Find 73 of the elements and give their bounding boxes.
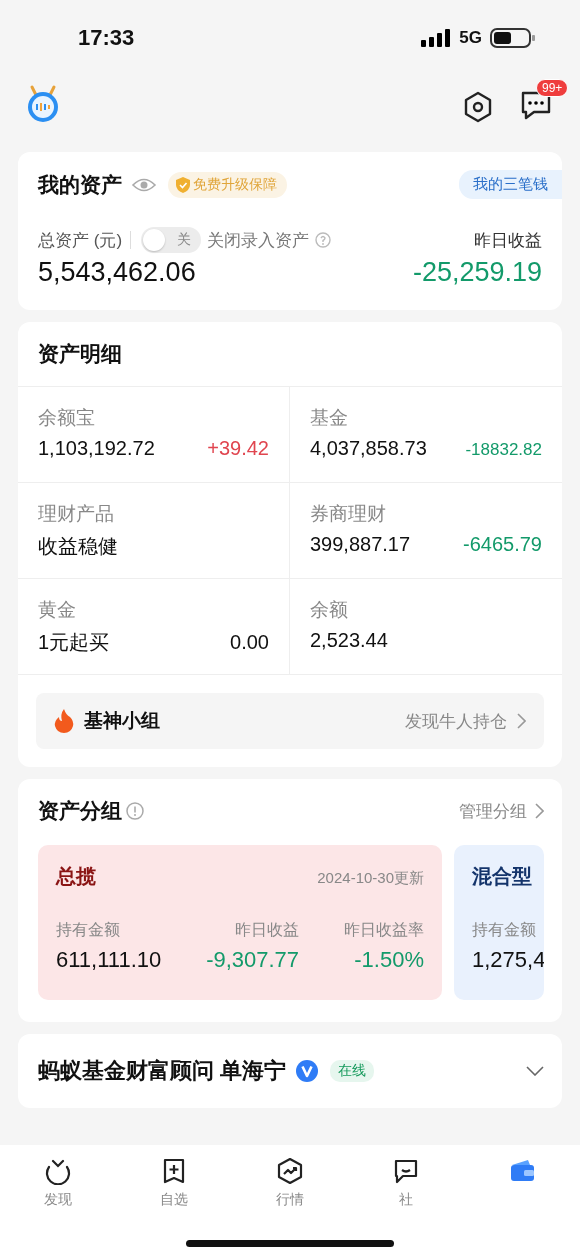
total-assets-label: 总资产 (元) (38, 229, 123, 252)
asset-value: 399,887.17 (310, 533, 411, 556)
yesterday-earnings-value: -25,259.19 (412, 257, 542, 288)
info-icon[interactable] (126, 802, 144, 820)
status-time: 17:33 (78, 24, 135, 51)
metric-label: 昨日收益 (235, 920, 300, 940)
card-title: 资产分组 (38, 798, 122, 824)
card-title: 我的资产 (38, 171, 122, 198)
asset-value: 1元起买 (38, 630, 110, 655)
online-status: 在线 (330, 1060, 375, 1082)
chat-icon (392, 1157, 420, 1185)
group-title: 混合型 (472, 864, 532, 889)
nav-tab[interactable]: 社 (366, 1157, 446, 1209)
fund-group-banner[interactable]: 基神小组 发现牛人持仓 (36, 693, 544, 749)
timer-icon (44, 1157, 72, 1185)
asset-cell[interactable]: 理财产品 收益稳健 (18, 483, 290, 579)
metric-value: 1,275,4 (472, 947, 544, 973)
asset-label: 理财产品 (38, 502, 115, 526)
manage-groups-link[interactable]: 管理分组 (459, 799, 527, 823)
asset-change: -18832.82 (465, 440, 542, 460)
asset-value: 1,103,192.72 (38, 437, 155, 460)
asset-value: 2,523.44 (310, 629, 388, 652)
network-label: 5G (459, 27, 482, 48)
card-title: 资产明细 (38, 342, 122, 365)
metric-label: 昨日收益率 (344, 920, 424, 940)
asset-label: 黄金 (38, 598, 77, 622)
metric-value: -9,307.77 (206, 947, 300, 973)
asset-cell[interactable]: 券商理财 399,887.17 -6465.79 (290, 483, 562, 579)
update-date: 2024-10-30更新 (317, 869, 424, 888)
settings-icon[interactable] (462, 91, 494, 123)
asset-cell[interactable]: 余额 2,523.44 (290, 579, 562, 675)
asset-change: +39.42 (207, 437, 269, 460)
metric-label: 持有金额 (56, 920, 121, 940)
chevron-down-icon[interactable] (526, 1066, 544, 1076)
group-title: 总揽 (56, 864, 96, 889)
notification-badge: 99+ (536, 79, 569, 97)
toggle-label: 关闭录入资产 (207, 229, 310, 252)
chevron-right-icon (535, 803, 544, 819)
yesterday-earnings-label: 昨日收益 (474, 229, 542, 252)
asset-change: -6465.79 (463, 533, 542, 556)
nav-tab[interactable]: 行情 (250, 1157, 330, 1209)
asset-cell[interactable]: 黄金 1元起买 0.00 (18, 579, 290, 675)
trend-hexagon-icon (276, 1157, 304, 1185)
signal-icon (421, 27, 452, 48)
three-money-link[interactable]: 我的三笔钱 (459, 170, 562, 199)
asset-label: 余额宝 (38, 406, 96, 430)
asset-cell[interactable]: 基金 4,037,858.73 -18832.82 (290, 387, 562, 483)
total-assets-value: 5,543,462.06 (38, 257, 196, 288)
asset-label: 余额 (310, 598, 349, 622)
badge-label: 免费升级保障 (193, 175, 277, 194)
asset-value: 收益稳健 (38, 534, 118, 559)
asset-cell[interactable]: 余额宝 1,103,192.72 +39.42 (18, 387, 290, 483)
chevron-right-icon (517, 713, 526, 729)
nav-tab[interactable]: 发现 (18, 1157, 98, 1209)
group-card[interactable]: 混合型 持有金额 1,275,4 (454, 845, 544, 1000)
advisor-card[interactable]: 蚂蚁基金财富顾问 单海宁 在线 (18, 1034, 562, 1108)
help-icon[interactable] (315, 232, 332, 248)
metric-label: 持有金额 (472, 920, 537, 940)
shield-icon (176, 176, 190, 193)
asset-value: 4,037,858.73 (310, 437, 427, 460)
battery-icon (490, 26, 536, 49)
asset-label: 基金 (310, 406, 349, 430)
asset-label: 券商理财 (310, 502, 387, 526)
banner-title: 基神小组 (84, 709, 160, 733)
advisor-name: 蚂蚁基金财富顾问 单海宁 (38, 1057, 287, 1085)
flame-icon (54, 709, 74, 733)
asset-change: 0.00 (230, 631, 269, 654)
eye-icon[interactable] (132, 176, 156, 193)
group-card[interactable]: 总揽 2024-10-30更新 持有金额 611,111.10 昨日收益 -9,307.77 昨日收益率 -1.50% (38, 845, 442, 1000)
nav-tab[interactable]: 自选 (134, 1157, 214, 1209)
metric-value: -1.50% (354, 947, 424, 973)
banner-link: 发现牛人持仓 (405, 710, 507, 733)
metric-value: 611,111.10 (56, 947, 162, 973)
